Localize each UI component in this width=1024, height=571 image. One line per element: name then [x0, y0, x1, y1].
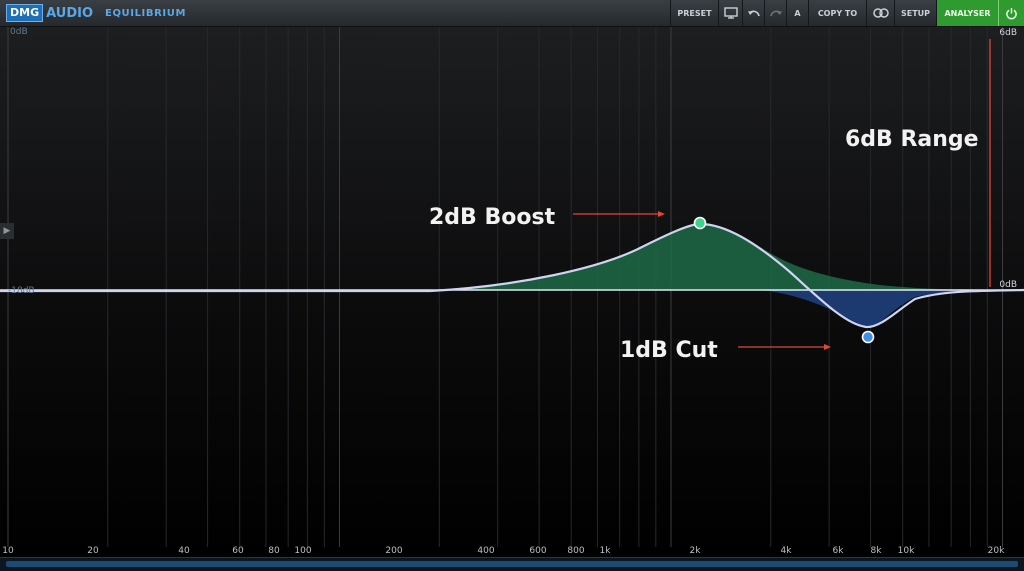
- cut-band-node[interactable]: [861, 330, 875, 344]
- freq-tick-label: 600: [529, 546, 546, 556]
- undo-button[interactable]: [742, 0, 764, 26]
- top-right-db-label: 6dB: [999, 28, 1017, 38]
- product-name: EQUILIBRIUM: [105, 7, 186, 19]
- copy-to-button[interactable]: COPY TO: [808, 0, 866, 26]
- freq-tick-label: 60: [232, 546, 244, 556]
- freq-tick-label: 8k: [871, 546, 883, 556]
- power-icon: [1006, 7, 1017, 19]
- expand-arrow-icon: ▶: [3, 226, 11, 236]
- mid-left-db-label: -18dB: [8, 286, 35, 296]
- boost-annotation: 2dB Boost: [429, 205, 556, 230]
- frequency-labels: 10 20 40 60 80 100 200 400 600 800 1k 2k 4k 6k 8k 10k 20…: [2, 546, 1005, 556]
- cut-annotation: 1dB Cut: [620, 338, 718, 363]
- freq-tick-label: 200: [385, 546, 402, 556]
- freq-tick-label: 400: [477, 546, 494, 556]
- cut-arrow: [738, 344, 831, 350]
- freq-tick-label: 20: [87, 546, 99, 556]
- dmg-logo: DMG: [6, 4, 44, 22]
- freq-tick-label: 20k: [988, 546, 1005, 556]
- freq-tick-label: 40: [178, 546, 190, 556]
- freq-tick-label: 100: [294, 546, 311, 556]
- eq-graph-canvas[interactable]: 0dB 6dB -18dB 0dB 2dB Boost 1dB Cut 6dB …: [0, 27, 1024, 557]
- analyser-button[interactable]: ANALYSER: [936, 0, 998, 26]
- freq-tick-label: 2k: [690, 546, 702, 556]
- preset-button[interactable]: PRESET: [670, 0, 718, 26]
- ab-compare-button[interactable]: A: [786, 0, 808, 26]
- toolbar: PRESET A COPY TO SETUP ANALYSER: [670, 0, 1024, 26]
- bottom-right-db-label: 0dB: [999, 280, 1017, 290]
- frequency-scrollbar[interactable]: [0, 557, 1024, 571]
- freq-tick-label: 10k: [898, 546, 915, 556]
- eq-graph[interactable]: 0dB 6dB -18dB 0dB 2dB Boost 1dB Cut 6dB …: [0, 27, 1024, 557]
- boost-band-node[interactable]: [693, 216, 707, 230]
- freq-tick-label: 800: [567, 546, 584, 556]
- cut-band-fill: [760, 290, 1024, 328]
- boost-arrow: [573, 211, 665, 217]
- freq-tick-label: 4k: [781, 546, 793, 556]
- range-annotation: 6dB Range: [845, 127, 979, 152]
- freq-tick-label: 6k: [833, 546, 845, 556]
- redo-button[interactable]: [764, 0, 786, 26]
- link-button[interactable]: [866, 0, 894, 26]
- power-button[interactable]: [998, 0, 1024, 26]
- redo-icon: [769, 10, 782, 17]
- top-left-db-label: 0dB: [10, 27, 28, 37]
- undo-icon: [747, 10, 760, 17]
- brand-audio-label: AUDIO: [46, 5, 94, 21]
- freq-tick-label: 80: [268, 546, 280, 556]
- freq-tick-label: 1k: [600, 546, 612, 556]
- title-bar: DMG AUDIO EQUILIBRIUM PRESET A COPY TO S…: [0, 0, 1024, 27]
- monitor-icon: [723, 7, 738, 19]
- link-icon: [872, 8, 889, 18]
- scroll-thumb[interactable]: [6, 561, 1018, 567]
- freq-tick-label: 10: [2, 546, 14, 556]
- display-button[interactable]: [718, 0, 742, 26]
- side-panel-toggle[interactable]: ▶: [0, 223, 14, 239]
- setup-button[interactable]: SETUP: [894, 0, 936, 26]
